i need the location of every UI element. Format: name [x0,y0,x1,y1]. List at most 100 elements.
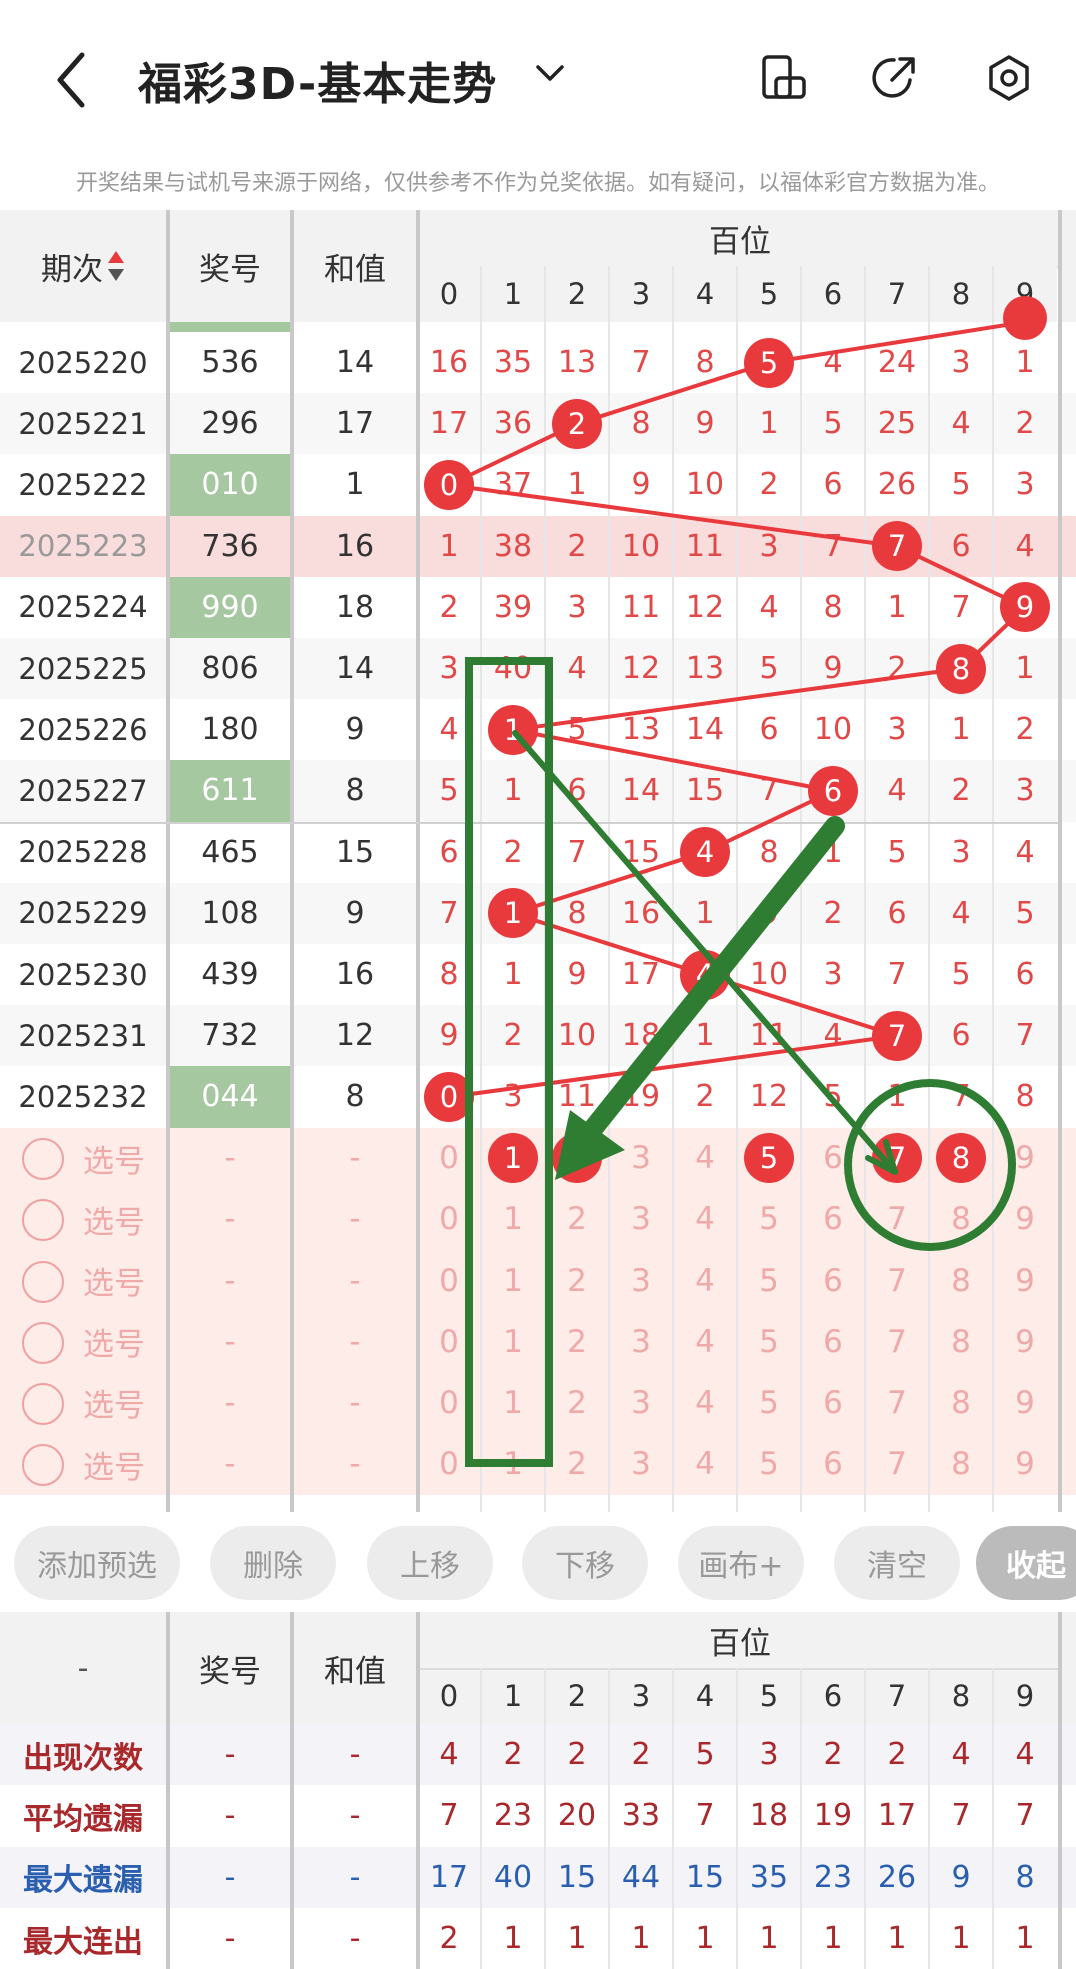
trend-line-segment [576,360,770,426]
stats-digit-header: 3 [631,1679,651,1713]
stats-value-cell: 2 [823,1737,843,1773]
stats-digit-header: 5 [759,1679,779,1713]
stats-value-cell: 7 [695,1798,715,1834]
stats-value-cell: 35 [749,1859,789,1895]
selected-pick-ball[interactable]: 5 [744,1133,794,1184]
phone-rotate-icon[interactable] [760,54,808,102]
stats-column-separator [416,1612,420,1969]
stats-digit-header: 7 [887,1679,907,1713]
stats-sum-cell: - [349,1921,361,1957]
stats-value-cell: 8 [1015,1859,1035,1895]
stats-row-label: 最大遗漏 [23,1863,143,1899]
stats-digit-separator [672,1668,674,1969]
stats-digit-header: 1 [503,1679,523,1713]
trend-line-segment [448,1033,898,1099]
stats-position-header: 百位 [420,1612,1060,1670]
trend-line-segment [512,666,962,732]
back-icon[interactable] [52,50,92,110]
stats-value-cell: 20 [557,1798,597,1834]
settings-icon[interactable] [985,54,1033,102]
stats-value-cell: 1 [631,1921,651,1957]
stats-row: 出现次数 - - 4 2 2 2 5 3 2 2 4 4 [0,1724,1076,1786]
stats-value-cell: 1 [695,1921,715,1957]
stats-value-cell: 17 [877,1798,917,1834]
stats-column-separator [166,1612,170,1969]
stats-value-cell: 23 [493,1798,533,1834]
stats-value-cell: 15 [685,1859,725,1895]
selected-pick-ball[interactable]: 1 [488,1133,538,1184]
stats-value-cell: 7 [1015,1798,1035,1834]
action-button-5[interactable]: 清空 [834,1526,960,1600]
selected-pick-ball[interactable]: 8 [936,1133,986,1184]
hit-ball: 4 [680,949,730,1000]
statistics-table: - 奖号 和值 百位 0 1 2 3 4 5 6 7 8 9 出现次数 - -4 2 2 2 5 3 2 2 4 4 平均遗漏 - -7… [0,1612,1076,1969]
share-icon[interactable] [870,54,918,102]
stats-value-cell: 1 [759,1921,779,1957]
partial-hit-ball [1003,296,1047,340]
stats-value-cell: 4 [951,1737,971,1773]
stats-digit-header: 4 [695,1679,715,1713]
stats-row: 平均遗漏 - - 7 23 20 33 7 18 19 17 7 7 [0,1785,1076,1847]
trend-line-segment [448,483,898,549]
stats-number-cell: - [224,1798,236,1834]
hit-ball: 4 [680,827,730,878]
selected-pick-ball[interactable]: 7 [872,1133,922,1184]
stats-sum-cell: - [349,1859,361,1895]
page-title[interactable]: 福彩3D-基本走势 [138,48,497,112]
stats-value-cell: 40 [493,1859,533,1895]
hit-ball: 8 [936,643,986,694]
action-button-1[interactable]: 删除 [210,1526,336,1600]
disclaimer-text: 开奖结果与试机号来源于网络，仅供参考不作为兑奖依据。如有疑问，以福体彩官方数据为… [75,171,1000,196]
stats-value-cell: 1 [887,1921,907,1957]
stats-digit-separator [736,1668,738,1969]
action-button-2[interactable]: 上移 [367,1526,493,1600]
trend-line-segment [704,972,898,1038]
stats-value-cell: 7 [439,1798,459,1834]
stats-value-cell: 26 [877,1859,917,1895]
stats-row: 最大连出 - - 2 1 1 1 1 1 1 1 1 1 [0,1907,1076,1969]
stats-row-label: 平均遗漏 [23,1801,143,1837]
stats-digit-header: 8 [951,1679,971,1713]
stats-row-label: 最大连出 [23,1924,143,1960]
action-button-4[interactable]: 画布+ [678,1526,804,1600]
stats-value-cell: 1 [503,1921,523,1957]
stats-value-cell: 7 [951,1798,971,1834]
stats-value-cell: 2 [567,1737,587,1773]
stats-number-header: 奖号 [199,1653,261,1690]
stats-value-cell: 23 [813,1859,853,1895]
stats-value-cell: 2 [503,1737,523,1773]
stats-value-cell: 18 [749,1798,789,1834]
stats-sum-header: 和值 [324,1653,386,1690]
hit-ball: 7 [872,521,922,572]
top-bar: 福彩3D-基本走势 [0,0,1076,155]
stats-sum-cell: - [349,1798,361,1834]
chevron-down-icon[interactable] [535,62,565,84]
hit-ball: 1 [488,704,538,755]
trend-line-overlay [448,296,1047,1099]
stats-value-cell: 4 [1015,1737,1035,1773]
action-button-6[interactable]: 收起 [976,1526,1076,1600]
stats-row: 最大遗漏 - - 17 40 15 44 15 35 23 26 9 8 [0,1846,1076,1908]
action-button-3[interactable]: 下移 [522,1526,648,1600]
stats-number-cell: - [224,1737,236,1773]
stats-value-cell: 1 [823,1921,843,1957]
stats-value-cell: 1 [1015,1921,1035,1957]
trend-line-segment [512,911,706,977]
stats-value-cell: 2 [887,1737,907,1773]
stats-value-cell: 19 [813,1798,853,1834]
stats-digit-separator [928,1668,930,1969]
trend-line-segment [512,850,706,916]
stats-value-cell: 1 [567,1921,587,1957]
stats-digit-separator [800,1668,802,1969]
stats-value-cell: 2 [439,1921,459,1957]
stats-value-cell: 5 [695,1737,715,1773]
selected-pick-ball[interactable]: 2 [552,1133,602,1184]
stats-digit-header: 9 [1015,1679,1035,1713]
stats-digit-header: 6 [823,1679,843,1713]
stats-row-label: 出现次数 [23,1740,143,1776]
stats-digit-separator [544,1668,546,1969]
hit-ball: 7 [872,1010,922,1061]
action-button-0[interactable]: 添加预选 [14,1526,180,1600]
trend-line-segment [512,727,834,793]
stats-value-cell: 44 [621,1859,661,1895]
